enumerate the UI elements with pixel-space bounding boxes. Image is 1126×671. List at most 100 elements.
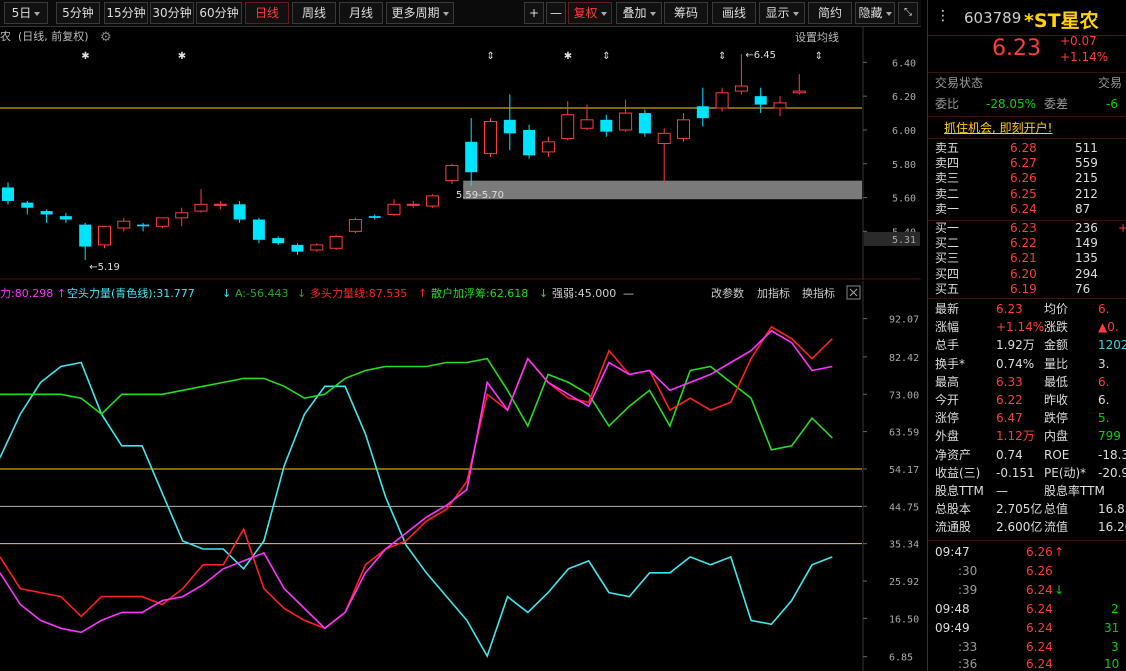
zoom-in-button[interactable]: + <box>524 2 544 24</box>
indicator-legend: 力:80.298 ↑ 空头力量(青色线):31.777 ↓ A:-56.443 … <box>0 286 634 300</box>
stat-label: 流值 <box>1044 520 1069 535</box>
candle <box>194 189 208 213</box>
stat-label: 内盘 <box>1044 429 1069 444</box>
stat-value: 6. <box>1098 374 1110 389</box>
event-marker-icon[interactable]: ✱ <box>81 51 89 62</box>
close-icon[interactable] <box>846 285 861 300</box>
stat-value: -0.151 <box>996 465 1035 480</box>
stat-value: 3. <box>1098 356 1110 371</box>
stat-row: 股息TTM — 股息率TTM <box>928 483 1126 500</box>
chevron-down-icon <box>790 6 799 20</box>
period-5day-label: 5日 <box>11 6 32 20</box>
period-weekly-button[interactable]: 周线 <box>292 2 336 24</box>
period-15min-button[interactable]: 15分钟 <box>104 2 148 24</box>
bid-volume: 76 <box>1075 281 1091 296</box>
zoom-out-button[interactable]: — <box>546 2 566 24</box>
add-indicator-button[interactable]: 加指标 <box>757 286 790 300</box>
tick-row: 09:47 6.26 ↑ <box>928 544 1126 561</box>
series-red-line <box>0 325 833 630</box>
period-monthly-button[interactable]: 月线 <box>339 2 383 24</box>
y-tick-label: 16.50 <box>889 614 919 625</box>
price-block: 6.23 +0.07 +1.14% <box>928 34 1126 72</box>
event-marker-icon[interactable]: ⇕ <box>718 51 726 62</box>
candle <box>272 236 285 245</box>
stat-label: 涨停 <box>935 411 960 426</box>
chips-button[interactable]: 筹码 <box>664 2 708 24</box>
candle <box>137 222 150 232</box>
arrow-up-icon: ↑ <box>1054 545 1065 559</box>
bid-row: 买五 6.19 76 <box>928 281 1126 298</box>
switch-indicator-button[interactable]: 换指标 <box>802 286 835 300</box>
stat-value: 16.85 <box>1098 502 1126 517</box>
open-account-link[interactable]: 抓住机会, 即刻开户! <box>944 119 1052 136</box>
y-tick-label: 92.07 <box>889 315 919 326</box>
candle <box>21 200 34 215</box>
event-marker-icon[interactable]: ✱ <box>178 51 186 62</box>
y-tick-label: 54.17 <box>889 465 919 476</box>
stat-value: 6. <box>1098 393 1110 407</box>
event-marker-icon[interactable]: ⇕ <box>602 51 610 62</box>
stat-label: 均价 <box>1044 302 1069 316</box>
y-tick-label: 82.42 <box>889 353 919 364</box>
price-axis: 6.406.206.005.805.605.405.31 <box>863 58 920 246</box>
stat-label: 跌停 <box>1044 411 1069 426</box>
event-marker-icon[interactable]: ⇕ <box>815 51 823 62</box>
more-periods-dropdown[interactable]: 更多周期 <box>386 2 454 24</box>
bid-price: 6.19 <box>1010 281 1037 296</box>
wb-value: -28.05% <box>986 97 1037 111</box>
stock-code: 603789 <box>964 9 1022 27</box>
tick-row: :36 6.24 10 <box>928 656 1126 671</box>
period-5min-button[interactable]: 5分钟 <box>56 2 100 24</box>
stat-label: 收益(三) <box>935 465 981 480</box>
menu-icon[interactable]: ⋮ <box>936 8 950 24</box>
stat-value: — <box>996 484 1008 498</box>
overlay-dropdown[interactable]: 叠加 <box>616 2 662 24</box>
chart-subtitle: (日线, 前复权) <box>18 29 89 43</box>
period-30min-button[interactable]: 30分钟 <box>150 2 194 24</box>
status-value: 交易 <box>1098 76 1123 90</box>
candle <box>40 209 53 223</box>
stat-row: 总股本 2.705亿总值 16.85 <box>928 501 1126 518</box>
reference-lines <box>0 468 862 545</box>
stat-label: 股息率TTM <box>1044 484 1105 498</box>
edit-params-button[interactable]: 改参数 <box>711 286 744 300</box>
adjust-label: 复权 <box>573 6 598 20</box>
ask-price: 6.24 <box>1010 201 1037 216</box>
period-5day-dropdown[interactable]: 5日 <box>4 2 48 24</box>
event-marker-icon[interactable]: ⇕ <box>487 51 495 62</box>
chart-title-fragment: 农 <box>0 29 11 43</box>
tick-row: :30 6.26 <box>928 563 1126 580</box>
stat-value: 0.74% <box>996 356 1035 371</box>
tick-time: 09:48 <box>935 602 970 616</box>
simple-mode-button[interactable]: 简约 <box>808 2 852 24</box>
stat-row: 流通股 2.600亿流值 16.20 <box>928 519 1126 536</box>
legend-qr: 强弱:45.000 <box>552 287 616 300</box>
tick-volume: 3 <box>1111 640 1119 654</box>
stat-label: 昨收 <box>1044 393 1069 407</box>
kline-chart[interactable]: 农 (日线, 前复权) ⚙ 设置均线 ✱ ✱ ⇕ ✱ ⇕ ⇕ ⇕ 6.40 6.20 6.00 5… <box>0 27 921 280</box>
candle <box>98 225 111 249</box>
tick-price: 6.24 <box>1026 621 1053 635</box>
event-marker-icon[interactable]: ✱ <box>564 51 572 62</box>
collapse-icon[interactable]: ⤡ <box>898 2 918 24</box>
candle <box>754 87 767 114</box>
trade-status-row: 交易状态 交易 <box>928 75 1126 92</box>
stat-label: 金额 <box>1044 338 1069 353</box>
stat-value: 1.92万 <box>996 338 1035 353</box>
hide-dropdown[interactable]: 隐藏 <box>855 2 895 24</box>
period-daily-button[interactable]: 日线 <box>245 2 289 24</box>
display-dropdown[interactable]: 显示 <box>759 2 805 24</box>
gear-icon[interactable]: ⚙ <box>100 30 112 45</box>
candle <box>252 217 265 244</box>
candles <box>2 53 806 261</box>
stat-value: -20.9 <box>1098 465 1126 480</box>
wb-label: 委比 <box>935 97 960 111</box>
stat-label: 最高 <box>935 374 960 389</box>
draw-line-button[interactable]: 画线 <box>712 2 756 24</box>
indicator-chart[interactable]: 力:80.298 ↑ 空头力量(青色线):31.777 ↓ A:-56.443 … <box>0 281 921 671</box>
period-60min-button[interactable]: 60分钟 <box>196 2 242 24</box>
ma-settings-button[interactable]: 设置均线 <box>795 30 839 44</box>
divider <box>928 116 1126 117</box>
stat-value: 6.47 <box>996 411 1023 426</box>
adjust-dropdown[interactable]: 复权 <box>568 2 612 24</box>
